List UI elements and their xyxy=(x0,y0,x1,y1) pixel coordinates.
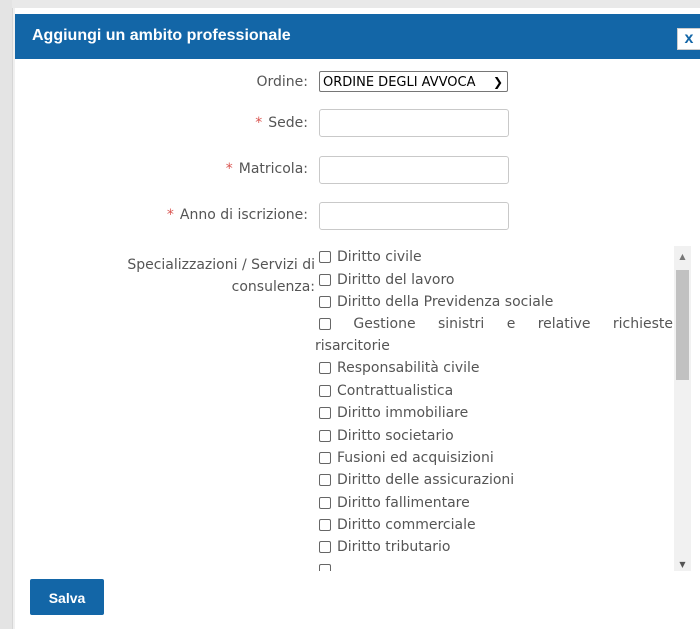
close-icon: x xyxy=(684,30,694,47)
background-top xyxy=(12,0,700,8)
list-item-label: Diritto del lavoro xyxy=(337,271,455,288)
chevron-down-icon: ❯ xyxy=(492,75,503,89)
close-button[interactable]: x xyxy=(677,28,700,50)
checkbox[interactable] xyxy=(319,318,331,331)
required-mark: * xyxy=(255,115,263,131)
list-item-word: richieste xyxy=(612,316,673,333)
scroll-down-icon[interactable]: ▼ xyxy=(674,560,691,569)
save-button[interactable]: Salva xyxy=(30,579,104,615)
sede-label-text: Sede: xyxy=(268,115,308,131)
list-item[interactable]: Diritto fallimentare xyxy=(315,492,675,514)
list-item[interactable]: Responsabilità civile xyxy=(315,357,675,379)
list-item[interactable]: Gestione sinistri e relative richieste r… xyxy=(315,313,675,357)
list-item[interactable]: Diritto del lavoro xyxy=(315,268,675,290)
sede-label: * Sede: xyxy=(255,115,308,131)
checkbox[interactable] xyxy=(319,541,331,554)
checkbox[interactable] xyxy=(319,519,331,532)
required-mark: * xyxy=(225,161,233,177)
checkbox[interactable] xyxy=(319,362,331,375)
ordine-label-text: Ordine: xyxy=(256,74,308,90)
list-item[interactable]: Diritto commerciale xyxy=(315,514,675,536)
dialog-titlebar: Aggiungi un ambito professionale x xyxy=(15,14,700,59)
specializzazioni-label-line2: consulenza: xyxy=(231,279,315,295)
list-item[interactable]: Diritto immobiliare xyxy=(315,402,675,424)
list-item-wrap: risarcitorie xyxy=(315,338,390,355)
ordine-select-value: ORDINE DEGLI AVVOCA xyxy=(323,75,476,90)
list-item-label: Diritto della Previdenza sociale xyxy=(337,293,554,310)
checkbox[interactable] xyxy=(319,429,331,442)
checkbox[interactable] xyxy=(319,384,331,397)
list-item[interactable]: Fusioni ed acquisizioni xyxy=(315,447,675,469)
anno-iscrizione-label-text: Anno di iscrizione: xyxy=(179,207,308,223)
scroll-thumb[interactable] xyxy=(676,270,689,380)
list-item[interactable]: Diritto della Previdenza sociale xyxy=(315,291,675,313)
list-item-label: Diritto tributario xyxy=(337,539,451,556)
checkbox[interactable] xyxy=(319,295,331,308)
list-item[interactable] xyxy=(315,559,675,571)
list-item-word: relative xyxy=(537,316,591,333)
list-item[interactable]: Diritto civile xyxy=(315,246,675,268)
list-item-label: Diritto societario xyxy=(337,427,454,444)
list-item[interactable]: Diritto societario xyxy=(315,424,675,446)
matricola-label: * Matricola: xyxy=(226,161,308,177)
specializzazioni-list[interactable]: Diritto civile Diritto del lavoro Diritt… xyxy=(315,246,675,571)
anno-iscrizione-label: * Anno di iscrizione: xyxy=(167,207,308,223)
checkbox[interactable] xyxy=(319,496,331,509)
checkbox[interactable] xyxy=(319,563,331,571)
list-item-label: Contrattualistica xyxy=(337,382,454,399)
checkbox[interactable] xyxy=(319,407,331,420)
add-professional-scope-dialog: Aggiungi un ambito professionale x Ordin… xyxy=(15,8,700,629)
scroll-up-icon[interactable]: ▲ xyxy=(674,252,691,261)
list-item-word: Gestione xyxy=(353,316,416,333)
checkbox[interactable] xyxy=(319,451,331,464)
list-item-label: Diritto commerciale xyxy=(337,517,476,534)
list-item[interactable]: Diritto tributario xyxy=(315,536,675,558)
list-item-label: Responsabilità civile xyxy=(337,360,480,377)
required-mark: * xyxy=(166,207,174,223)
list-item[interactable]: Contrattualistica xyxy=(315,380,675,402)
specializzazioni-label: Specializzazioni / Servizi di consulenza… xyxy=(85,254,315,298)
list-item-label: Diritto civile xyxy=(337,249,422,266)
anno-iscrizione-input[interactable] xyxy=(319,202,509,230)
list-item-word: e xyxy=(506,316,516,333)
checkbox[interactable] xyxy=(319,251,331,264)
dialog-title: Aggiungi un ambito professionale xyxy=(32,27,291,44)
background-panel xyxy=(0,0,13,629)
checkbox[interactable] xyxy=(319,273,331,286)
list-item-label: Fusioni ed acquisizioni xyxy=(337,449,494,466)
list-scrollbar[interactable]: ▲ ▼ xyxy=(674,246,691,571)
list-item-label: Diritto delle assicurazioni xyxy=(337,472,515,489)
list-item[interactable]: Diritto delle assicurazioni xyxy=(315,469,675,491)
matricola-label-text: Matricola: xyxy=(238,161,308,177)
sede-input[interactable] xyxy=(319,109,509,137)
list-item-label: Diritto fallimentare xyxy=(337,494,470,511)
specializzazioni-label-line1: Specializzazioni / Servizi di xyxy=(127,257,315,273)
list-item-word: sinistri xyxy=(437,316,485,333)
ordine-label: Ordine: xyxy=(256,74,308,90)
checkbox[interactable] xyxy=(319,474,331,487)
matricola-input[interactable] xyxy=(319,156,509,184)
list-item-label: Diritto immobiliare xyxy=(337,405,469,422)
ordine-select[interactable]: ORDINE DEGLI AVVOCA ❯ xyxy=(319,71,508,92)
